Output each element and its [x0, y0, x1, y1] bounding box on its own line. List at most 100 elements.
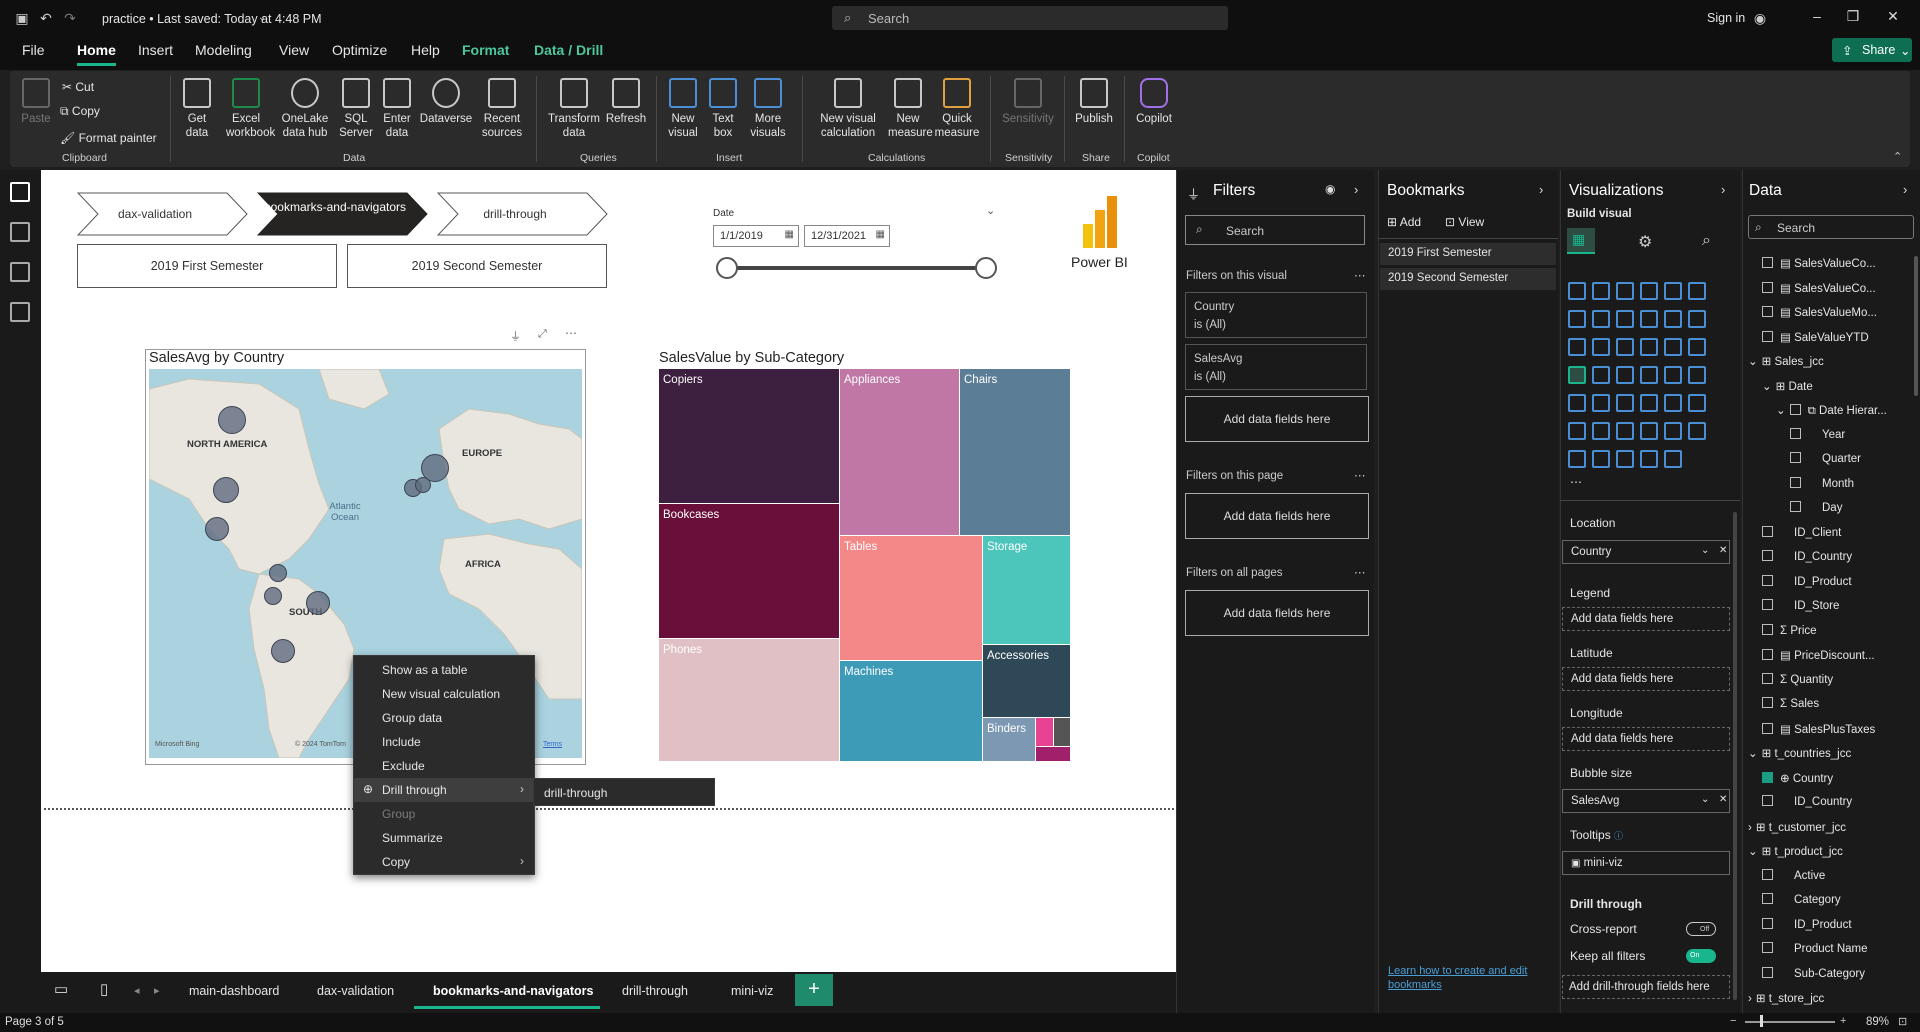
filters-search-input[interactable]: ⌕ Search [1185, 215, 1365, 245]
field-checkbox[interactable] [1762, 574, 1773, 586]
treemap[interactable]: Copiers Appliances Chairs Bookcases Tabl… [659, 369, 1070, 761]
chevron-down-icon[interactable]: ⌄ [1762, 381, 1772, 393]
stacked-area-icon[interactable] [1616, 310, 1634, 328]
new-visual-button[interactable]: New visual [666, 78, 700, 140]
bookmark-button-second-semester[interactable]: 2019 Second Semester [347, 244, 607, 288]
menu-help[interactable]: Help [411, 42, 440, 58]
save-icon[interactable]: ▣ [14, 10, 30, 26]
collapse-ribbon-icon[interactable]: ⌃ [1893, 150, 1902, 163]
multi-card-icon[interactable] [1688, 366, 1706, 384]
text-box-button[interactable]: Text box [708, 78, 738, 140]
treemap-tile-binders[interactable]: Binders [983, 718, 1035, 761]
field-checkbox[interactable] [1762, 306, 1773, 317]
page-tab-drill-through[interactable]: drill-through [622, 984, 688, 998]
data-tree-item[interactable]: Product Name [1762, 942, 1868, 955]
data-tree-item[interactable]: Sub-Category [1762, 966, 1865, 980]
data-tree-item[interactable]: ▤ SaleValueYTD [1762, 330, 1869, 344]
data-tree-item[interactable]: ▤ SalesValueMo... [1762, 305, 1877, 319]
date-start-input[interactable]: 1/1/2019 ▦ [713, 225, 799, 247]
matrix-icon[interactable] [1640, 394, 1658, 412]
donut-chart-icon[interactable] [1664, 338, 1682, 356]
map-terms-link[interactable]: Terms [543, 741, 562, 748]
field-checkbox[interactable] [1762, 893, 1773, 904]
data-tree-item[interactable]: Category [1762, 893, 1841, 906]
power-apps-icon[interactable] [1568, 450, 1586, 468]
bookmark-button-first-semester[interactable]: 2019 First Semester [77, 244, 337, 288]
zoom-slider[interactable] [1745, 1021, 1835, 1023]
menu-data-drill[interactable]: Data / Drill [534, 42, 603, 58]
field-checkbox[interactable] [1762, 550, 1773, 561]
chevron-down-icon[interactable]: ⌄ [1701, 794, 1709, 805]
copilot-button[interactable]: Copilot [1132, 78, 1176, 126]
line-chart-icon[interactable] [1568, 310, 1586, 328]
focus-mode-icon[interactable]: ⤢ [538, 328, 547, 341]
close-icon[interactable]: ✕ [1883, 8, 1903, 25]
menu-item-copy[interactable]: Copy › [354, 850, 534, 874]
field-checkbox[interactable] [1762, 257, 1773, 268]
learn-bookmarks-link[interactable]: Learn how to create and edit bookmarks [1388, 964, 1548, 992]
previous-page-icon[interactable]: ◂ [134, 984, 140, 997]
model-view-icon[interactable] [10, 262, 30, 282]
data-tree-item[interactable]: Σ Price [1762, 623, 1817, 637]
field-checkbox[interactable] [1762, 525, 1773, 537]
data-tree-item[interactable]: ID_Store [1762, 599, 1839, 612]
line-clustered-icon[interactable] [1664, 310, 1682, 328]
page-tab-mini-viz[interactable]: mini-viz [731, 984, 773, 998]
r-visual-icon[interactable] [1664, 394, 1682, 412]
date-slider-end-handle[interactable] [975, 257, 997, 279]
new-visual-calculation-button[interactable]: New visual calculation [812, 78, 884, 140]
undo-icon[interactable]: ↶ [38, 10, 54, 26]
user-avatar-icon[interactable]: ◉ [1752, 10, 1768, 26]
field-checkbox[interactable] [1762, 649, 1773, 660]
menu-item-include[interactable]: Include [354, 730, 534, 754]
map-icon[interactable] [1568, 366, 1586, 384]
data-tree-item[interactable]: ⊕ Country [1762, 771, 1833, 785]
more-visuals-button[interactable]: More visuals [746, 78, 790, 140]
menu-file[interactable]: File [22, 42, 45, 58]
enter-data-button[interactable]: Enter data [380, 78, 414, 140]
date-range-slider-track[interactable] [727, 266, 985, 270]
map-bubble[interactable] [213, 477, 239, 503]
table-icon[interactable] [1616, 394, 1634, 412]
filters-page-drop-zone[interactable]: Add data fields here [1185, 493, 1369, 539]
field-checkbox[interactable] [1790, 501, 1801, 512]
collapse-pane-icon[interactable]: › [1903, 182, 1907, 197]
map-bubble[interactable] [269, 564, 287, 582]
sign-in-link[interactable]: Sign in [1707, 11, 1745, 25]
onelake-button[interactable]: OneLake data hub [278, 78, 332, 140]
data-tree-item[interactable]: ⌄ ⊞ Sales_jcc [1748, 354, 1824, 368]
filled-map-icon[interactable] [1592, 366, 1610, 384]
field-checkbox[interactable] [1789, 404, 1801, 415]
dax-query-view-icon[interactable] [10, 302, 30, 322]
funnel-icon[interactable] [1592, 338, 1610, 356]
field-checkbox[interactable] [1762, 672, 1773, 684]
map-bubble[interactable] [264, 587, 282, 605]
well-location[interactable]: Country ⌄ ✕ [1562, 540, 1730, 564]
azure-map-icon[interactable] [1616, 366, 1634, 384]
eye-icon[interactable]: ◉ [1325, 182, 1335, 196]
chevron-down-icon[interactable]: ⌄ [1748, 356, 1758, 368]
publish-button[interactable]: Publish [1072, 78, 1116, 126]
field-checkbox[interactable] [1762, 599, 1773, 610]
data-tree-item[interactable]: Active [1762, 868, 1825, 882]
data-search-input[interactable]: ⌕ Search [1748, 215, 1914, 239]
more-options-icon[interactable]: ⋯ [1354, 468, 1366, 482]
treemap-tile-storage[interactable]: Storage [983, 536, 1070, 644]
zoom-out-icon[interactable]: − [1730, 1015, 1736, 1027]
treemap-tile-small[interactable] [1036, 747, 1070, 761]
analytics-icon[interactable]: ⌕ [1702, 232, 1711, 250]
remove-field-icon[interactable]: ✕ [1719, 545, 1727, 556]
menu-view[interactable]: View [279, 42, 309, 58]
field-checkbox[interactable] [1762, 281, 1773, 293]
treemap-tile-copiers[interactable]: Copiers [659, 369, 839, 503]
menu-optimize[interactable]: Optimize [332, 42, 387, 58]
treemap-tile-appliances[interactable]: Appliances [840, 369, 959, 535]
qa-icon[interactable] [1616, 422, 1634, 440]
cross-report-toggle[interactable]: Off [1686, 922, 1716, 936]
data-tree-item[interactable]: Month [1790, 476, 1854, 490]
data-tree-item[interactable]: ⌄ ⊞ Date [1762, 379, 1813, 393]
python-visual-icon[interactable] [1688, 394, 1706, 412]
menu-format[interactable]: Format [462, 42, 509, 58]
treemap-tile-bookcases[interactable]: Bookcases [659, 504, 839, 638]
filters-all-pages-drop-zone[interactable]: Add data fields here [1185, 590, 1369, 636]
